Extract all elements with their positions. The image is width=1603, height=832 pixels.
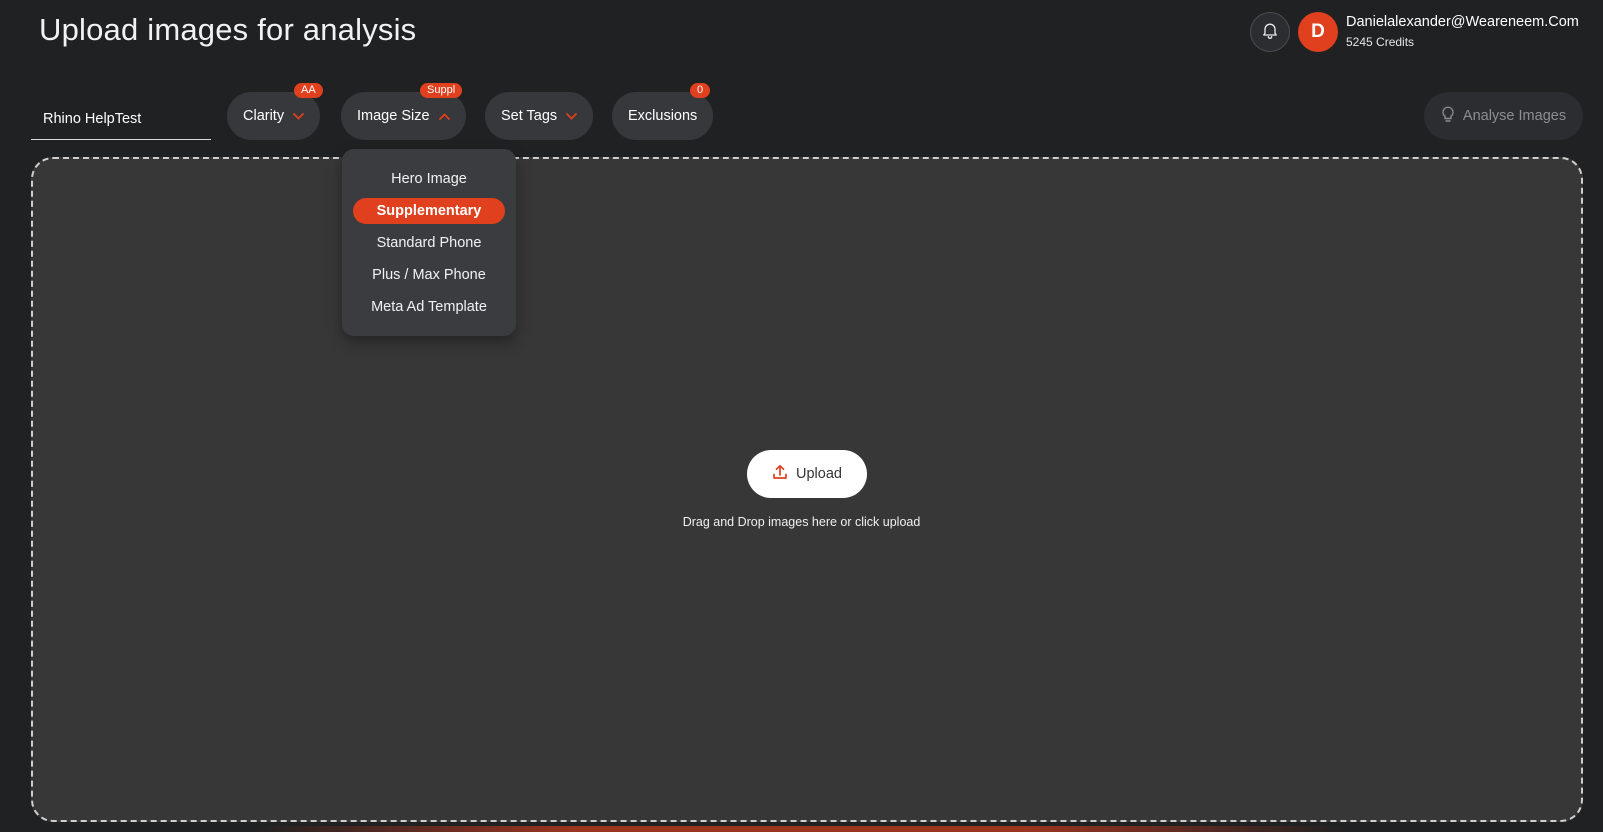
- notifications-button[interactable]: [1250, 12, 1290, 52]
- upload-page: Upload images for analysis D Danielalexa…: [0, 0, 1603, 832]
- drop-hint: Drag and Drop images here or click uploa…: [682, 515, 921, 529]
- bottom-accent-glow: [250, 826, 1350, 832]
- set-tags-filter-button[interactable]: Set Tags: [485, 92, 594, 140]
- image-size-filter-button[interactable]: Image Size Suppl: [341, 83, 466, 140]
- exclusions-filter-button[interactable]: Exclusions 0: [612, 83, 714, 140]
- exclusions-badge: 0: [690, 83, 711, 98]
- clarity-badge: AA: [294, 83, 323, 98]
- menu-item-hero-image[interactable]: Hero Image: [353, 166, 505, 192]
- user-email: Danielalexander@Weareneem.Com: [1346, 14, 1579, 30]
- upload-button[interactable]: Upload: [747, 450, 867, 498]
- clarity-filter-label: Clarity: [243, 108, 285, 124]
- menu-item-supplementary[interactable]: Supplementary: [353, 198, 505, 224]
- analyse-images-button[interactable]: Analyse Images: [1424, 92, 1583, 140]
- page-title: Upload images for analysis: [39, 12, 417, 47]
- project-name-input[interactable]: [31, 98, 211, 139]
- lightbulb-icon: [1441, 105, 1455, 127]
- menu-item-meta-ad-template[interactable]: Meta Ad Template: [353, 294, 505, 320]
- avatar[interactable]: D: [1298, 12, 1338, 52]
- upload-label: Upload: [796, 466, 842, 482]
- chevron-up-icon: [438, 112, 450, 120]
- user-credits: 5245 Credits: [1346, 35, 1415, 49]
- upload-icon: [772, 464, 788, 484]
- menu-item-standard-phone[interactable]: Standard Phone: [353, 230, 505, 256]
- project-name-field: [31, 98, 211, 140]
- chevron-down-icon: [293, 112, 304, 120]
- menu-item-plus-max-phone[interactable]: Plus / Max Phone: [353, 262, 505, 288]
- image-size-menu: Hero Image Supplementary Standard Phone …: [342, 149, 516, 336]
- set-tags-filter-label: Set Tags: [501, 108, 558, 124]
- analyse-images-label: Analyse Images: [1462, 108, 1567, 124]
- clarity-filter-button[interactable]: Clarity AA: [227, 83, 323, 140]
- exclusions-filter-label: Exclusions: [628, 108, 698, 124]
- chevron-down-icon: [566, 112, 578, 120]
- bell-icon: [1260, 20, 1280, 45]
- image-size-badge: Suppl: [420, 83, 463, 98]
- image-size-filter-label: Image Size: [357, 108, 430, 124]
